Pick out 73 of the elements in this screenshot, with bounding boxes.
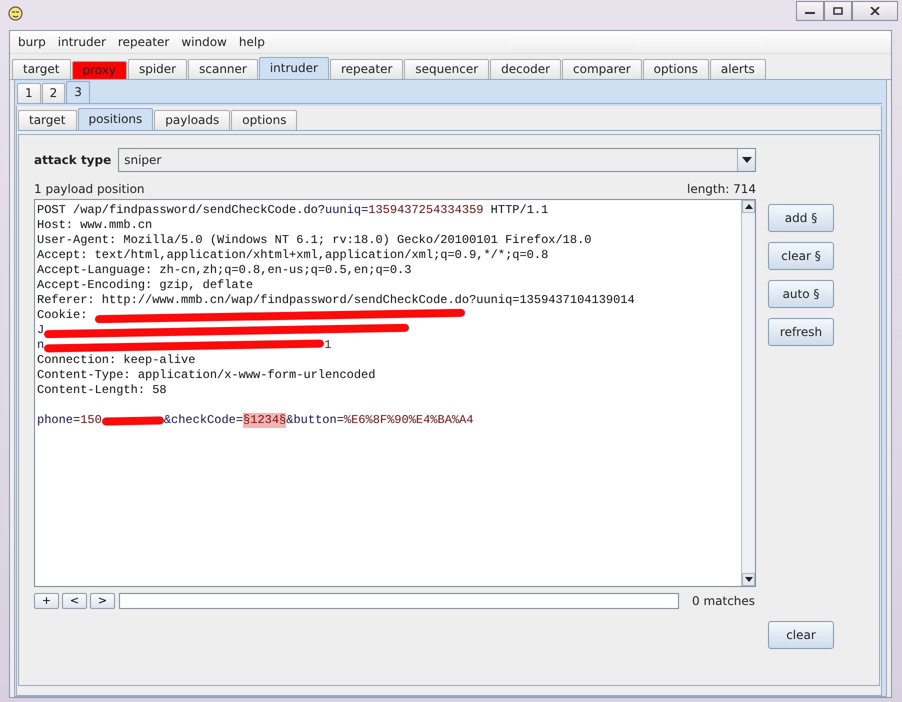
menu-item[interactable]: burp: [12, 35, 52, 49]
tab[interactable]: 1: [17, 83, 41, 103]
menu-item[interactable]: repeater: [112, 35, 176, 49]
tab[interactable]: intruder: [258, 57, 329, 79]
tab[interactable]: scanner: [188, 59, 258, 79]
menu-item[interactable]: help: [232, 35, 271, 49]
request-text: POST /wap/findpassword/sendCheckCode.do?: [37, 203, 326, 218]
scroll-up-icon[interactable]: [744, 204, 752, 209]
action-button[interactable]: auto §: [768, 280, 834, 308]
action-button[interactable]: clear §: [768, 242, 834, 270]
request-text: 1: [324, 338, 332, 353]
tab[interactable]: comparer: [562, 59, 642, 79]
request-text: n: [37, 338, 44, 353]
search-nav-button[interactable]: <: [62, 592, 87, 608]
action-button[interactable]: refresh: [768, 318, 834, 346]
tab[interactable]: repeater: [330, 59, 404, 79]
match-count: 0 matches: [692, 594, 756, 608]
search-field[interactable]: [119, 592, 679, 608]
field-label: attack type: [34, 153, 112, 167]
request-text: Accept-Encoding: gzip, deflate: [37, 278, 254, 293]
tab[interactable]: positions: [78, 108, 154, 130]
attack-type-dropdown[interactable]: sniper: [118, 148, 756, 172]
request-text: Accept: text/html,application/xhtml+xml,application/xml;q=0.9,*/*;q=0.8: [37, 248, 548, 263]
request-text: Referer: http://www.mmb.cn/wap/findpassword/sendCheckCode.do?uuniq=1359437104139014: [37, 293, 635, 308]
menu-item[interactable]: window: [175, 35, 233, 49]
request-text: Host: www.mmb.cn: [37, 218, 152, 233]
request-text: =: [73, 413, 80, 428]
length-label: length: 714: [686, 182, 756, 196]
tab[interactable]: payloads: [154, 110, 230, 130]
search-nav-button[interactable]: +: [34, 592, 59, 608]
request-editor[interactable]: [34, 199, 756, 587]
request-text: HTTP/1.1: [490, 203, 548, 218]
request-text: User-Agent: Mozilla/5.0 (Windows NT 6.1; rv:18.0) Gecko/20100101 Firefox/18.0: [37, 233, 592, 248]
request-text: Content-Length: 58: [37, 383, 167, 398]
tab[interactable]: proxy: [72, 61, 127, 79]
request-text: =: [236, 413, 244, 428]
action-button[interactable]: add §: [768, 204, 834, 232]
tab[interactable]: 2: [42, 83, 66, 103]
scroll-down-icon[interactable]: [744, 577, 752, 582]
tab[interactable]: 3: [66, 81, 90, 103]
request-text: 1359437254334359: [368, 203, 484, 218]
request-text: =: [336, 413, 344, 428]
request-text: Cookie:: [37, 308, 88, 323]
redaction-mark: [102, 416, 164, 426]
tab[interactable]: target: [18, 110, 76, 130]
request-text: 150: [80, 413, 102, 428]
request-text: phone: [37, 413, 74, 428]
request-text: Connection: keep-alive: [37, 353, 196, 368]
tab[interactable]: options: [642, 59, 709, 79]
request-text: J: [37, 323, 44, 338]
payload-count-label: 1 payload position: [34, 182, 145, 196]
tab[interactable]: alerts: [710, 59, 766, 79]
clear-button[interactable]: clear: [768, 621, 834, 649]
menu-item[interactable]: intruder: [52, 35, 112, 49]
request-text: uuniq: [325, 203, 362, 218]
maximize-icon[interactable]: [833, 7, 843, 15]
tab[interactable]: target: [12, 59, 70, 79]
close-icon[interactable]: [870, 7, 880, 15]
scrollbar[interactable]: [741, 200, 755, 586]
app-logo-icon: [8, 6, 23, 21]
payload-marker: §1234§: [243, 413, 286, 428]
request-text: %E6%8F%90%E4%BA%A4: [344, 413, 474, 428]
request-text: =: [361, 203, 368, 218]
tab[interactable]: spider: [128, 59, 188, 79]
tab[interactable]: sequencer: [404, 59, 490, 79]
dropdown-arrow-icon[interactable]: [742, 157, 752, 163]
request-text: &checkCode: [164, 413, 236, 428]
tab[interactable]: options: [231, 110, 298, 130]
request-text: Content-Type: application/x-www-form-urlencoded: [37, 368, 376, 383]
tab[interactable]: decoder: [490, 59, 562, 79]
request-text: &button: [286, 413, 337, 428]
search-nav-button[interactable]: >: [90, 592, 115, 608]
request-text: Accept-Language: zh-cn,zh;q=0.8,en-us;q=0.5,en;q=0.3: [37, 263, 412, 278]
